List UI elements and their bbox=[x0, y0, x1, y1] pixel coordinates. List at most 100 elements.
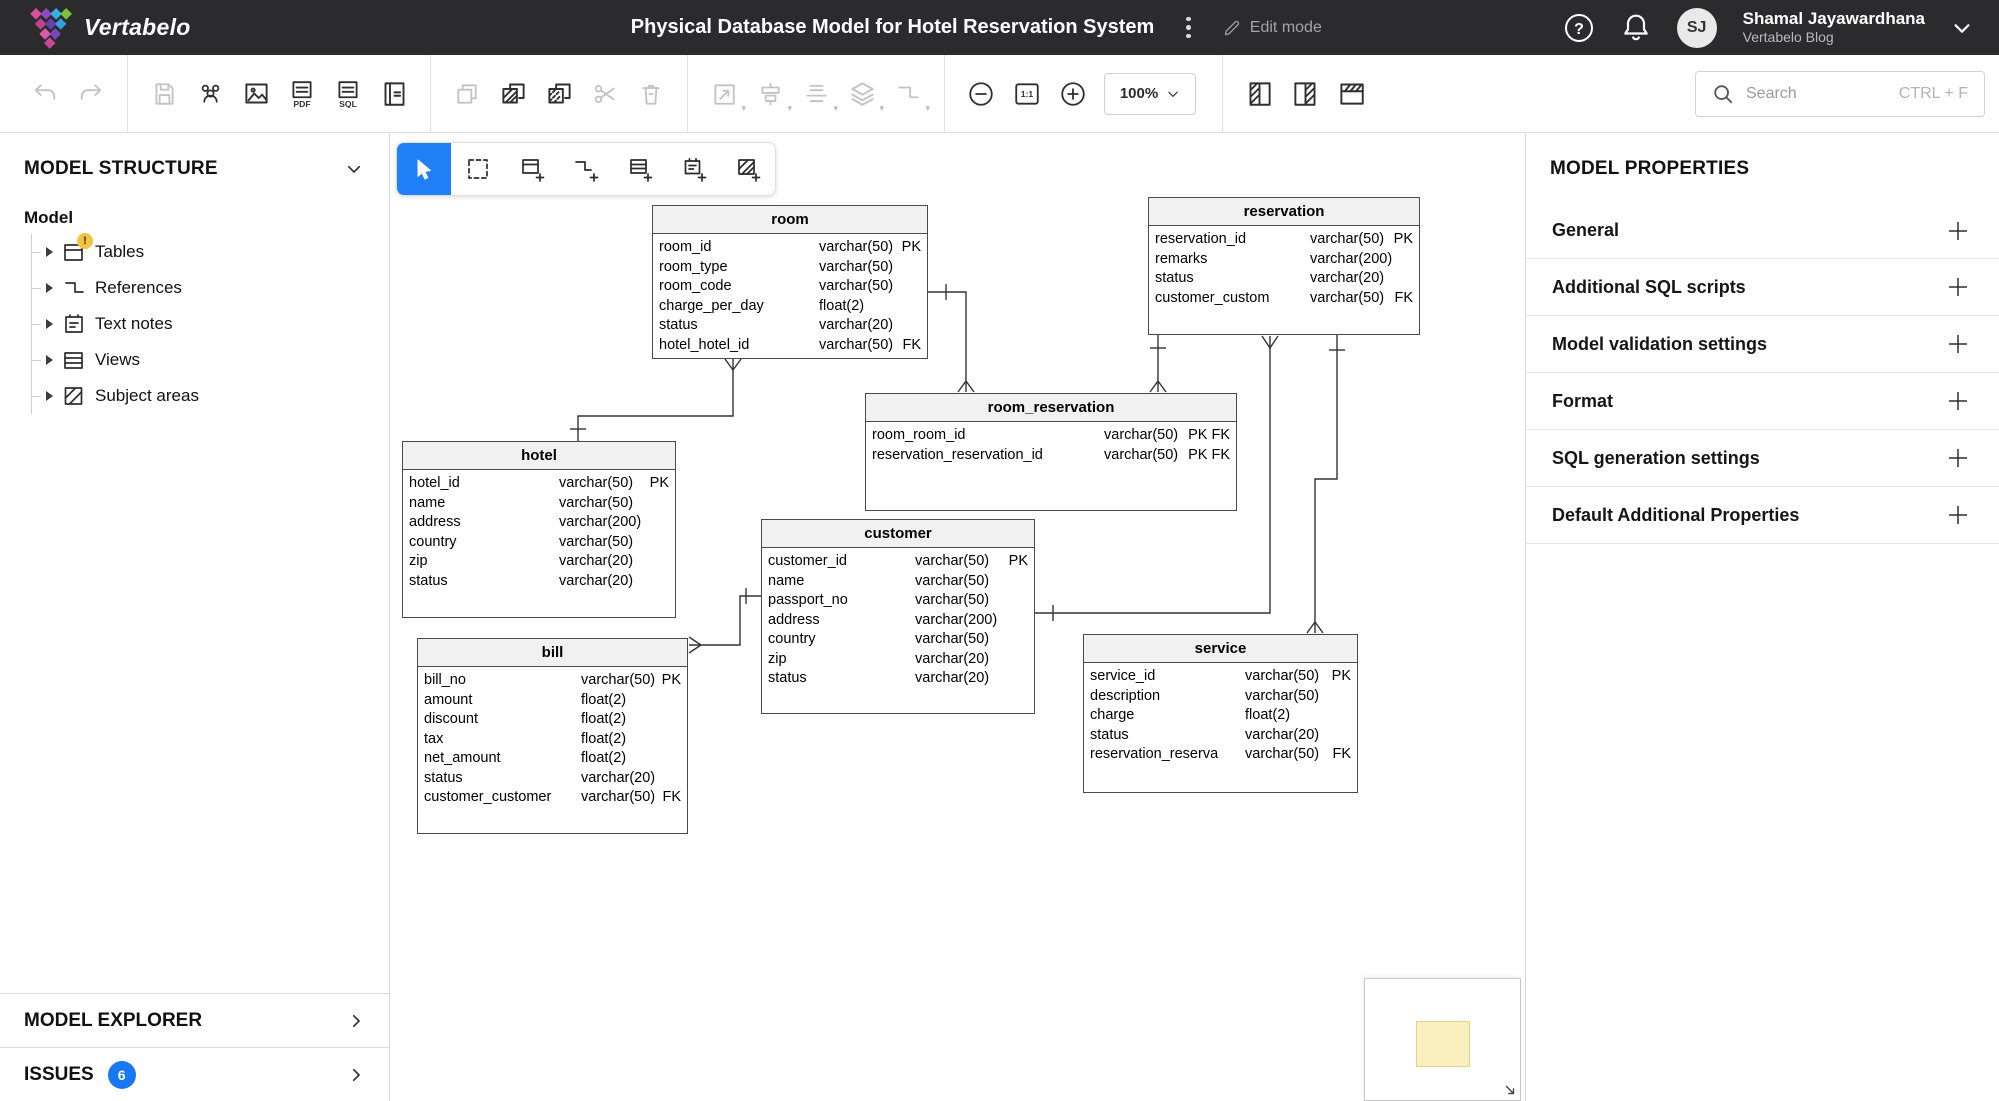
model-documentation-button[interactable] bbox=[371, 71, 417, 117]
share-model-button[interactable] bbox=[187, 71, 233, 117]
relationship-customer-bill[interactable] bbox=[688, 588, 761, 654]
add-text-note-tool[interactable] bbox=[667, 143, 721, 195]
issues-section[interactable]: ISSUES 6 bbox=[0, 1047, 389, 1101]
plus-icon bbox=[1949, 335, 1967, 353]
section-general[interactable]: General bbox=[1526, 202, 1999, 259]
table-column-row: zip varchar(20) bbox=[768, 650, 990, 667]
add-reference-tool[interactable] bbox=[559, 143, 613, 195]
paste-format-button[interactable] bbox=[536, 71, 582, 117]
user-info[interactable]: Shamal Jayawardhana Vertabelo Blog bbox=[1743, 8, 1925, 47]
expander-triangle-icon[interactable] bbox=[46, 391, 53, 401]
sidebar-item-text-notes[interactable]: Text notes bbox=[32, 306, 389, 342]
diagram-table-bill[interactable]: bill bill_no varchar(50) PK amount float(2) d… bbox=[417, 638, 688, 834]
table-column-row: amount float(2) bbox=[424, 691, 627, 708]
add-table-tool[interactable] bbox=[505, 143, 559, 195]
search-icon bbox=[1714, 84, 1733, 103]
table-column-row: room_code varchar(50) bbox=[659, 278, 894, 294]
resize-button[interactable]: ▾ bbox=[701, 71, 747, 117]
diagram-table-room[interactable]: room room_id varchar(50) PK room_type varcha… bbox=[652, 205, 928, 359]
minimap-model-overview bbox=[1416, 1021, 1470, 1067]
section-model-validation-settings[interactable]: Model validation settings bbox=[1526, 316, 1999, 373]
zoom-in-button[interactable] bbox=[1050, 71, 1096, 117]
help-icon[interactable]: ? bbox=[1563, 12, 1595, 44]
zoom-level-select[interactable]: 100% bbox=[1104, 72, 1196, 115]
expander-triangle-icon[interactable] bbox=[46, 319, 53, 329]
redo-button[interactable] bbox=[68, 71, 114, 117]
subject-areas-icon bbox=[62, 384, 86, 408]
search-placeholder: Search bbox=[1746, 84, 1797, 102]
edit-mode-toggle[interactable]: Edit mode bbox=[1223, 18, 1322, 37]
table-title: room bbox=[653, 206, 927, 234]
section-sql-generation-settings[interactable]: SQL generation settings bbox=[1526, 430, 1999, 487]
sidebar-item-references[interactable]: References bbox=[32, 270, 389, 306]
model-root-label: Model bbox=[24, 208, 74, 227]
expander-triangle-icon[interactable] bbox=[46, 355, 53, 365]
reference-style-button[interactable]: ▾ bbox=[885, 71, 931, 117]
copy-button[interactable] bbox=[444, 71, 490, 117]
toggle-right-panel-button[interactable] bbox=[1282, 71, 1328, 117]
undo-button[interactable] bbox=[22, 71, 68, 117]
marquee-select-tool[interactable] bbox=[451, 143, 505, 195]
relationship-reservation-service[interactable] bbox=[1306, 335, 1345, 634]
table-column-row: tax float(2) bbox=[424, 730, 627, 747]
section-default-additional-properties[interactable]: Default Additional Properties bbox=[1526, 487, 1999, 544]
add-subject-area-tool[interactable] bbox=[721, 143, 775, 195]
diagram-table-hotel[interactable]: hotel hotel_id varchar(50) PK name varchar(5… bbox=[402, 441, 676, 618]
diagram-canvas[interactable]: room room_id varchar(50) PK room_type varcha… bbox=[390, 134, 1525, 1101]
table-column-row: description varchar(50) bbox=[1090, 687, 1320, 704]
section-additional-sql-scripts[interactable]: Additional SQL scripts bbox=[1526, 259, 1999, 316]
table-column-row: status varchar(20) bbox=[409, 572, 634, 589]
toggle-top-panel-button[interactable] bbox=[1328, 71, 1374, 117]
toggle-left-panel-button[interactable] bbox=[1236, 71, 1282, 117]
add-view-tool[interactable] bbox=[613, 143, 667, 195]
notifications-bell-icon[interactable] bbox=[1621, 12, 1651, 44]
minimap[interactable] bbox=[1364, 978, 1521, 1101]
table-title: room_reservation bbox=[866, 394, 1236, 422]
tables-icon: ! bbox=[62, 233, 93, 264]
relationship-hotel-room[interactable] bbox=[570, 358, 742, 441]
layers-button[interactable]: ▾ bbox=[839, 71, 885, 117]
relationship-room-room-reservation[interactable] bbox=[928, 284, 975, 393]
diagram-table-customer[interactable]: customer customer_id varchar(50) PK name var… bbox=[761, 519, 1035, 714]
sidebar-item-subject-areas[interactable]: Subject areas bbox=[32, 378, 389, 414]
copy-format-button[interactable] bbox=[490, 71, 536, 117]
diagram-table-room-reservation[interactable]: room_reservation room_room_id varchar(50)… bbox=[865, 393, 1237, 511]
zoom-out-button[interactable] bbox=[958, 71, 1004, 117]
account-chevron-down-icon[interactable] bbox=[1951, 17, 1973, 39]
marquee-icon bbox=[468, 159, 488, 179]
model-tree: ! Tables References Text notes Views Sub… bbox=[31, 233, 389, 414]
search-input[interactable]: Search CTRL + F bbox=[1695, 70, 1985, 117]
user-avatar[interactable]: SJ bbox=[1676, 7, 1717, 48]
diagram-table-service[interactable]: service service_id varchar(50) PK descripti… bbox=[1083, 634, 1358, 793]
document-menu-kebab-icon[interactable] bbox=[1180, 13, 1197, 43]
table-column-row: zip varchar(20) bbox=[409, 553, 634, 569]
model-structure-title: MODEL STRUCTURE bbox=[24, 158, 218, 179]
sidebar-item-tables[interactable]: ! Tables bbox=[32, 233, 389, 270]
export-image-button[interactable] bbox=[233, 71, 279, 117]
model-explorer-section[interactable]: MODEL EXPLORER bbox=[0, 993, 389, 1047]
section-format[interactable]: Format bbox=[1526, 373, 1999, 430]
relationship-reservation-room-reservation[interactable] bbox=[1149, 335, 1167, 393]
collapse-chevron-icon[interactable] bbox=[345, 160, 363, 178]
table-column-row: charge_per_day float(2) bbox=[659, 297, 865, 314]
edit-mode-label: Edit mode bbox=[1249, 18, 1322, 36]
add-view-icon bbox=[630, 159, 653, 182]
export-pdf-button[interactable]: PDF bbox=[279, 71, 325, 117]
export-sql-button[interactable]: SQL bbox=[325, 71, 371, 117]
save-button[interactable] bbox=[141, 71, 187, 117]
expander-triangle-icon[interactable] bbox=[46, 283, 53, 293]
cut-button[interactable] bbox=[582, 71, 628, 117]
one-to-one-zoom-button[interactable]: 1:1 bbox=[1004, 71, 1050, 117]
diagram-table-reservation[interactable]: reservation reservation_id varchar(50) PK r… bbox=[1148, 197, 1420, 335]
distribute-button[interactable]: ▾ bbox=[793, 71, 839, 117]
align-button[interactable]: ▾ bbox=[747, 71, 793, 117]
sidebar-item-views[interactable]: Views bbox=[32, 342, 389, 378]
chevron-right-icon bbox=[352, 1068, 361, 1081]
minimap-resize-handle[interactable] bbox=[1503, 1083, 1517, 1097]
vertabelo-logo[interactable]: Vertabelo bbox=[0, 7, 390, 49]
model-properties-title: MODEL PROPERTIES bbox=[1550, 158, 1750, 179]
expander-triangle-icon[interactable] bbox=[46, 247, 53, 257]
select-tool[interactable] bbox=[397, 143, 451, 195]
delete-button[interactable] bbox=[628, 71, 674, 117]
svg-text:PDF: PDF bbox=[293, 98, 310, 107]
